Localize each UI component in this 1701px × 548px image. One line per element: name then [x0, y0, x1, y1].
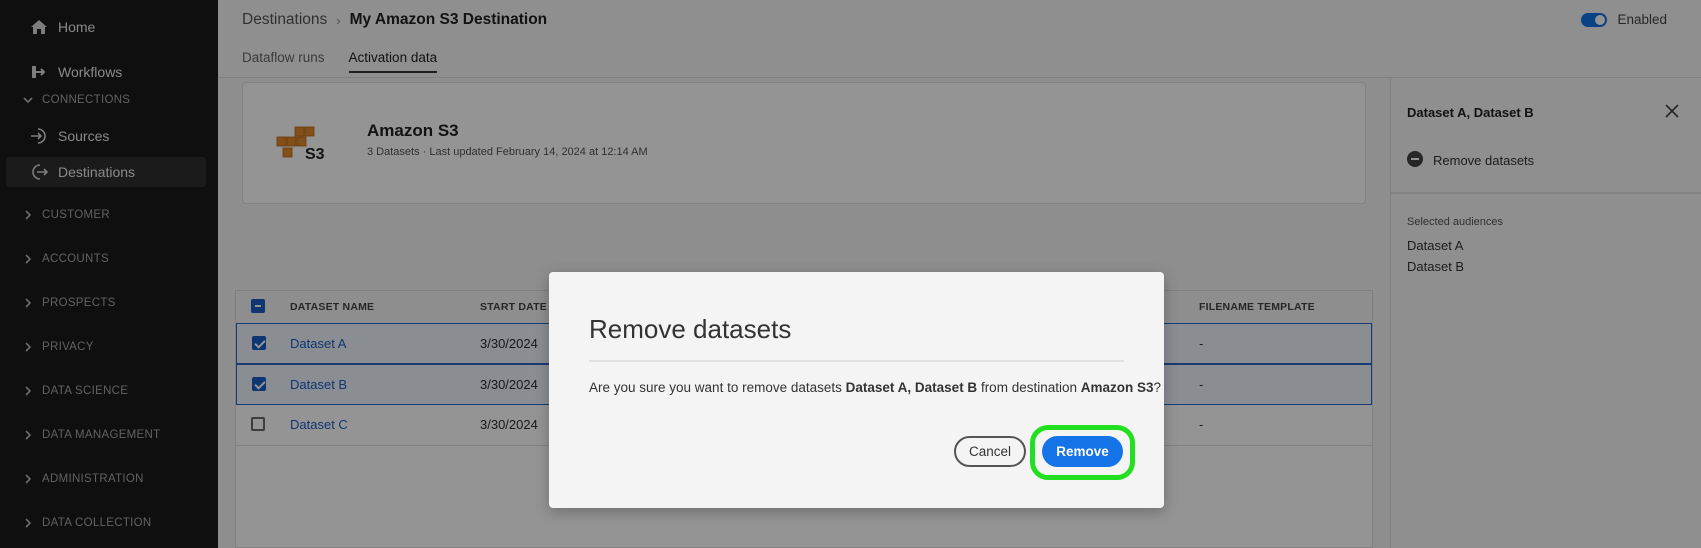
- dialog-message: Are you sure you want to remove datasets…: [589, 380, 1161, 395]
- dialog-divider: [589, 360, 1124, 362]
- message-suffix: ?: [1153, 380, 1162, 395]
- dialog-title: Remove datasets: [589, 314, 792, 344]
- remove-datasets-dialog: Remove datasets Are you sure you want to…: [549, 272, 1164, 508]
- message-datasets: Dataset A, Dataset B: [845, 380, 978, 395]
- remove-button[interactable]: Remove: [1042, 436, 1123, 467]
- message-prefix: Are you sure you want to remove datasets: [589, 380, 846, 395]
- cancel-button[interactable]: Cancel: [954, 436, 1026, 467]
- message-middle: from destination: [977, 380, 1081, 395]
- message-destination: Amazon S3: [1080, 380, 1154, 395]
